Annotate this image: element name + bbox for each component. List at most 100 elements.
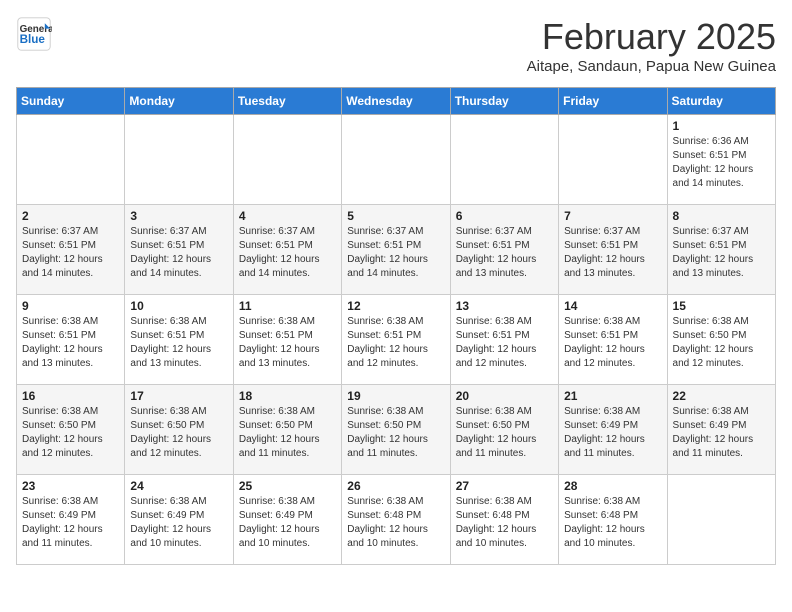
day-info: Sunrise: 6:37 AM Sunset: 6:51 PM Dayligh… [130, 225, 227, 281]
day-number: 9 [22, 299, 119, 313]
day-info: Sunrise: 6:37 AM Sunset: 6:51 PM Dayligh… [347, 225, 444, 281]
day-number: 27 [456, 479, 553, 493]
weekday-header-friday: Friday [559, 88, 667, 115]
calendar-cell: 15Sunrise: 6:38 AM Sunset: 6:50 PM Dayli… [667, 295, 775, 385]
weekday-header-row: SundayMondayTuesdayWednesdayThursdayFrid… [17, 88, 776, 115]
calendar-cell: 2 Sunrise: 6:37 AM Sunset: 6:51 PM Daylig… [17, 205, 125, 295]
day-info: Sunrise: 6:38 AM Sunset: 6:48 PM Dayligh… [456, 495, 553, 551]
weekday-header-saturday: Saturday [667, 88, 775, 115]
day-number: 24 [130, 479, 227, 493]
day-number: 7 [564, 209, 661, 223]
day-number: 1 [673, 119, 770, 133]
day-number: 3 [130, 209, 227, 223]
calendar-cell: 25Sunrise: 6:38 AM Sunset: 6:49 PM Dayli… [233, 475, 341, 565]
logo-icon: General Blue [16, 16, 52, 52]
day-info: Sunrise: 6:38 AM Sunset: 6:51 PM Dayligh… [347, 315, 444, 371]
day-number: 5 [347, 209, 444, 223]
calendar-cell: 19 Sunrise: 6:38 AM Sunset: 6:50 PM Dayli… [342, 385, 450, 475]
calendar-cell: 14 Sunrise: 6:38 AM Sunset: 6:51 PM Dayli… [559, 295, 667, 385]
calendar-cell [233, 115, 341, 205]
calendar-cell: 12 Sunrise: 6:38 AM Sunset: 6:51 PM Dayli… [342, 295, 450, 385]
day-number: 22 [673, 389, 770, 403]
day-info: Sunrise: 6:38 AM Sunset: 6:48 PM Dayligh… [347, 495, 444, 551]
calendar-cell: 3 Sunrise: 6:37 AM Sunset: 6:51 PM Daylig… [125, 205, 233, 295]
day-info: Sunrise: 6:38 AM Sunset: 6:51 PM Dayligh… [239, 315, 336, 371]
calendar-cell: 1 Sunrise: 6:36 AM Sunset: 6:51 PM Daylig… [667, 115, 775, 205]
day-number: 10 [130, 299, 227, 313]
month-title: February 2025 [527, 16, 776, 58]
day-info: Sunrise: 6:38 AM Sunset: 6:50 PM Dayligh… [239, 405, 336, 461]
day-number: 20 [456, 389, 553, 403]
day-number: 17 [130, 389, 227, 403]
day-info: Sunrise: 6:38 AM Sunset: 6:50 PM Dayligh… [22, 405, 119, 461]
weekday-header-thursday: Thursday [450, 88, 558, 115]
day-number: 21 [564, 389, 661, 403]
week-row-3: 9 Sunrise: 6:38 AM Sunset: 6:51 PM Daylig… [17, 295, 776, 385]
calendar-cell: 16Sunrise: 6:38 AM Sunset: 6:50 PM Dayli… [17, 385, 125, 475]
calendar-cell: 6Sunrise: 6:37 AM Sunset: 6:51 PM Daylig… [450, 205, 558, 295]
day-number: 18 [239, 389, 336, 403]
day-number: 8 [673, 209, 770, 223]
day-info: Sunrise: 6:38 AM Sunset: 6:51 PM Dayligh… [22, 315, 119, 371]
calendar-cell: 9 Sunrise: 6:38 AM Sunset: 6:51 PM Daylig… [17, 295, 125, 385]
calendar-cell: 26Sunrise: 6:38 AM Sunset: 6:48 PM Dayli… [342, 475, 450, 565]
calendar-cell: 23 Sunrise: 6:38 AM Sunset: 6:49 PM Dayli… [17, 475, 125, 565]
day-info: Sunrise: 6:38 AM Sunset: 6:49 PM Dayligh… [564, 405, 661, 461]
day-info: Sunrise: 6:38 AM Sunset: 6:50 PM Dayligh… [456, 405, 553, 461]
day-number: 12 [347, 299, 444, 313]
header: General Blue February 2025 Aitape, Sanda… [16, 16, 776, 75]
calendar-cell [125, 115, 233, 205]
day-info: Sunrise: 6:38 AM Sunset: 6:49 PM Dayligh… [673, 405, 770, 461]
day-info: Sunrise: 6:37 AM Sunset: 6:51 PM Dayligh… [673, 225, 770, 281]
day-number: 11 [239, 299, 336, 313]
calendar-cell: 13Sunrise: 6:38 AM Sunset: 6:51 PM Dayli… [450, 295, 558, 385]
day-info: Sunrise: 6:38 AM Sunset: 6:51 PM Dayligh… [564, 315, 661, 371]
svg-text:Blue: Blue [20, 33, 46, 46]
day-number: 28 [564, 479, 661, 493]
day-info: Sunrise: 6:37 AM Sunset: 6:51 PM Dayligh… [22, 225, 119, 281]
day-info: Sunrise: 6:38 AM Sunset: 6:50 PM Dayligh… [673, 315, 770, 371]
title-area: February 2025 Aitape, Sandaun, Papua New… [527, 16, 776, 75]
calendar-cell: 18 Sunrise: 6:38 AM Sunset: 6:50 PM Dayli… [233, 385, 341, 475]
day-number: 4 [239, 209, 336, 223]
day-info: Sunrise: 6:38 AM Sunset: 6:49 PM Dayligh… [130, 495, 227, 551]
logo: General Blue [16, 16, 52, 52]
day-info: Sunrise: 6:38 AM Sunset: 6:50 PM Dayligh… [347, 405, 444, 461]
calendar-cell: 24 Sunrise: 6:38 AM Sunset: 6:49 PM Dayli… [125, 475, 233, 565]
week-row-5: 23 Sunrise: 6:38 AM Sunset: 6:49 PM Dayli… [17, 475, 776, 565]
calendar-cell: 20 Sunrise: 6:38 AM Sunset: 6:50 PM Dayli… [450, 385, 558, 475]
day-number: 2 [22, 209, 119, 223]
calendar-cell [450, 115, 558, 205]
calendar-cell: 10 Sunrise: 6:38 AM Sunset: 6:51 PM Dayli… [125, 295, 233, 385]
calendar-cell: 11 Sunrise: 6:38 AM Sunset: 6:51 PM Dayli… [233, 295, 341, 385]
weekday-header-monday: Monday [125, 88, 233, 115]
day-number: 19 [347, 389, 444, 403]
day-number: 25 [239, 479, 336, 493]
weekday-header-wednesday: Wednesday [342, 88, 450, 115]
week-row-1: 1 Sunrise: 6:36 AM Sunset: 6:51 PM Daylig… [17, 115, 776, 205]
day-info: Sunrise: 6:37 AM Sunset: 6:51 PM Dayligh… [239, 225, 336, 281]
day-info: Sunrise: 6:38 AM Sunset: 6:51 PM Dayligh… [456, 315, 553, 371]
calendar-cell: 27 Sunrise: 6:38 AM Sunset: 6:48 PM Dayli… [450, 475, 558, 565]
day-info: Sunrise: 6:38 AM Sunset: 6:51 PM Dayligh… [130, 315, 227, 371]
day-info: Sunrise: 6:38 AM Sunset: 6:49 PM Dayligh… [22, 495, 119, 551]
calendar-cell: 7 Sunrise: 6:37 AM Sunset: 6:51 PM Daylig… [559, 205, 667, 295]
day-info: Sunrise: 6:38 AM Sunset: 6:48 PM Dayligh… [564, 495, 661, 551]
weekday-header-sunday: Sunday [17, 88, 125, 115]
calendar-cell [667, 475, 775, 565]
calendar-cell: 17 Sunrise: 6:38 AM Sunset: 6:50 PM Dayli… [125, 385, 233, 475]
week-row-4: 16Sunrise: 6:38 AM Sunset: 6:50 PM Dayli… [17, 385, 776, 475]
calendar-cell: 5 Sunrise: 6:37 AM Sunset: 6:51 PM Daylig… [342, 205, 450, 295]
day-number: 14 [564, 299, 661, 313]
day-number: 23 [22, 479, 119, 493]
calendar: SundayMondayTuesdayWednesdayThursdayFrid… [16, 87, 776, 565]
day-info: Sunrise: 6:37 AM Sunset: 6:51 PM Dayligh… [456, 225, 553, 281]
calendar-cell [559, 115, 667, 205]
day-info: Sunrise: 6:37 AM Sunset: 6:51 PM Dayligh… [564, 225, 661, 281]
day-info: Sunrise: 6:36 AM Sunset: 6:51 PM Dayligh… [673, 135, 770, 191]
calendar-cell: 22 Sunrise: 6:38 AM Sunset: 6:49 PM Dayli… [667, 385, 775, 475]
calendar-cell: 28 Sunrise: 6:38 AM Sunset: 6:48 PM Dayli… [559, 475, 667, 565]
calendar-cell [17, 115, 125, 205]
calendar-cell [342, 115, 450, 205]
day-info: Sunrise: 6:38 AM Sunset: 6:50 PM Dayligh… [130, 405, 227, 461]
